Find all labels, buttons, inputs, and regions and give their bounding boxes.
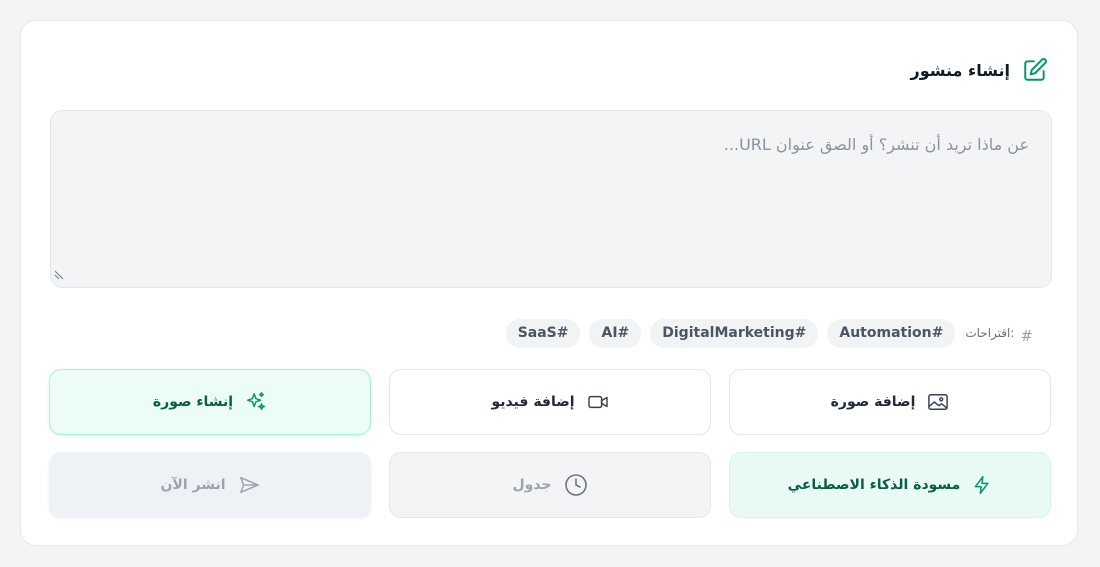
hashtag-chip-automation[interactable]: Automation# xyxy=(827,318,956,348)
ai-draft-button[interactable]: مسودة الذكاء الاصطناعي xyxy=(729,452,1051,518)
publish-now-label: انشر الآن xyxy=(160,477,226,493)
send-icon xyxy=(238,475,260,495)
post-content-input[interactable] xyxy=(51,111,1051,287)
hashtag-chip-saas[interactable]: SaaS# xyxy=(505,318,581,348)
ai-draft-label: مسودة الذكاء الاصطناعي xyxy=(787,477,961,493)
generate-image-label: إنشاء صورة xyxy=(152,394,234,410)
page-title: إنشاء منشور xyxy=(910,60,1011,80)
hashtag-suggestions: # اقتراحات: Automation# DigitalMarketing… xyxy=(505,318,1033,348)
add-image-button[interactable]: إضافة صورة xyxy=(729,369,1051,435)
publish-now-button[interactable]: انشر الآن xyxy=(49,452,371,518)
clock-icon xyxy=(564,473,588,497)
resize-handle-icon[interactable] xyxy=(53,266,65,285)
schedule-button[interactable]: جدول xyxy=(389,452,711,518)
schedule-label: جدول xyxy=(512,477,552,493)
card-header: إنشاء منشور xyxy=(911,56,1049,84)
suggestions-label-group: # اقتراحات: xyxy=(965,321,1033,345)
add-video-button[interactable]: إضافة فيديو xyxy=(389,369,711,435)
sparkles-icon xyxy=(245,391,267,413)
edit-icon xyxy=(1022,57,1048,83)
generate-image-button[interactable]: إنشاء صورة xyxy=(49,369,371,435)
add-video-label: إضافة فيديو xyxy=(491,394,575,410)
suggestions-label: اقتراحات: xyxy=(965,326,1015,340)
post-editor xyxy=(50,110,1052,288)
hash-icon: # xyxy=(1020,327,1033,345)
lightning-icon xyxy=(972,474,992,496)
create-post-card: إنشاء منشور # اقتراحات: Automation# Digi… xyxy=(20,20,1078,546)
video-icon xyxy=(587,393,609,411)
add-image-label: إضافة صورة xyxy=(830,394,916,410)
image-icon xyxy=(927,392,949,412)
hashtag-chip-ai[interactable]: AI# xyxy=(589,318,642,348)
hashtag-chip-digitalmarketing[interactable]: DigitalMarketing# xyxy=(650,318,819,348)
